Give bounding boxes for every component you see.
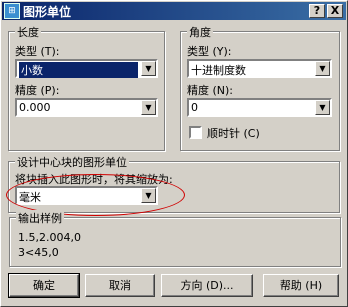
- title-bar[interactable]: ⊞ 图形单位 ? X: [2, 2, 346, 20]
- insertion-scale-group: 设计中心块的图形单位 将块插入此图形时，将其缩放为: 毫米 ▼: [8, 154, 340, 213]
- length-group: 长度 类型 (T): 小数 ▼ 精度 (P): 0.000 ▼: [8, 24, 165, 151]
- cancel-button[interactable]: 取消: [85, 274, 155, 297]
- ok-button[interactable]: 确定: [8, 273, 80, 298]
- length-type-value: 小数: [19, 62, 138, 78]
- length-precision-select[interactable]: 0.000 ▼: [15, 98, 158, 117]
- chevron-down-icon[interactable]: ▼: [315, 61, 330, 76]
- window-title: 图形单位: [23, 5, 72, 19]
- sample-output-group: 输出样例 1.5,2.004,0 3<45,0: [9, 210, 341, 267]
- angle-precision-label: 精度 (N):: [187, 84, 234, 97]
- angle-type-select[interactable]: 十进制度数 ▼: [187, 59, 332, 78]
- chevron-down-icon[interactable]: ▼: [141, 188, 156, 203]
- length-type-label: 类型 (T):: [15, 45, 60, 58]
- length-group-title: 长度: [15, 24, 41, 40]
- length-type-select[interactable]: 小数 ▼: [15, 59, 158, 78]
- angle-precision-select[interactable]: 0 ▼: [187, 98, 332, 117]
- sample-group-title: 输出样例: [16, 210, 64, 226]
- insertion-unit-value: 毫米: [19, 191, 41, 204]
- length-precision-value: 0.000: [19, 101, 51, 114]
- chevron-down-icon[interactable]: ▼: [141, 61, 156, 76]
- angle-group: 角度 类型 (Y): 十进制度数 ▼ 精度 (N): 0 ▼ 顺时针 (C): [180, 24, 340, 151]
- angle-group-title: 角度: [187, 24, 213, 40]
- sample-line-1: 1.5,2.004,0: [18, 231, 81, 244]
- app-icon: ⊞: [4, 3, 20, 19]
- angle-precision-value: 0: [191, 101, 198, 114]
- length-precision-label: 精度 (P):: [15, 84, 60, 97]
- insertion-unit-select[interactable]: 毫米 ▼: [15, 186, 158, 205]
- insertion-group-title: 设计中心块的图形单位: [15, 154, 129, 170]
- close-icon[interactable]: X: [327, 4, 343, 18]
- insertion-prompt: 将块插入此图形时，将其缩放为:: [15, 173, 173, 186]
- angle-type-label: 类型 (Y):: [187, 45, 232, 58]
- help-button[interactable]: 帮助 (H): [263, 274, 339, 297]
- help-icon[interactable]: ?: [309, 4, 325, 18]
- chevron-down-icon[interactable]: ▼: [141, 100, 156, 115]
- chevron-down-icon[interactable]: ▼: [315, 100, 330, 115]
- clockwise-checkbox[interactable]: [189, 126, 202, 139]
- sample-line-2: 3<45,0: [18, 246, 59, 259]
- units-dialog: ⊞ 图形单位 ? X 长度 类型 (T): 小数 ▼ 精度 (P): 0.000…: [0, 0, 348, 307]
- angle-type-value: 十进制度数: [191, 64, 246, 77]
- clockwise-label[interactable]: 顺时针 (C): [207, 125, 260, 141]
- direction-button[interactable]: 方向 (D)...: [161, 274, 253, 297]
